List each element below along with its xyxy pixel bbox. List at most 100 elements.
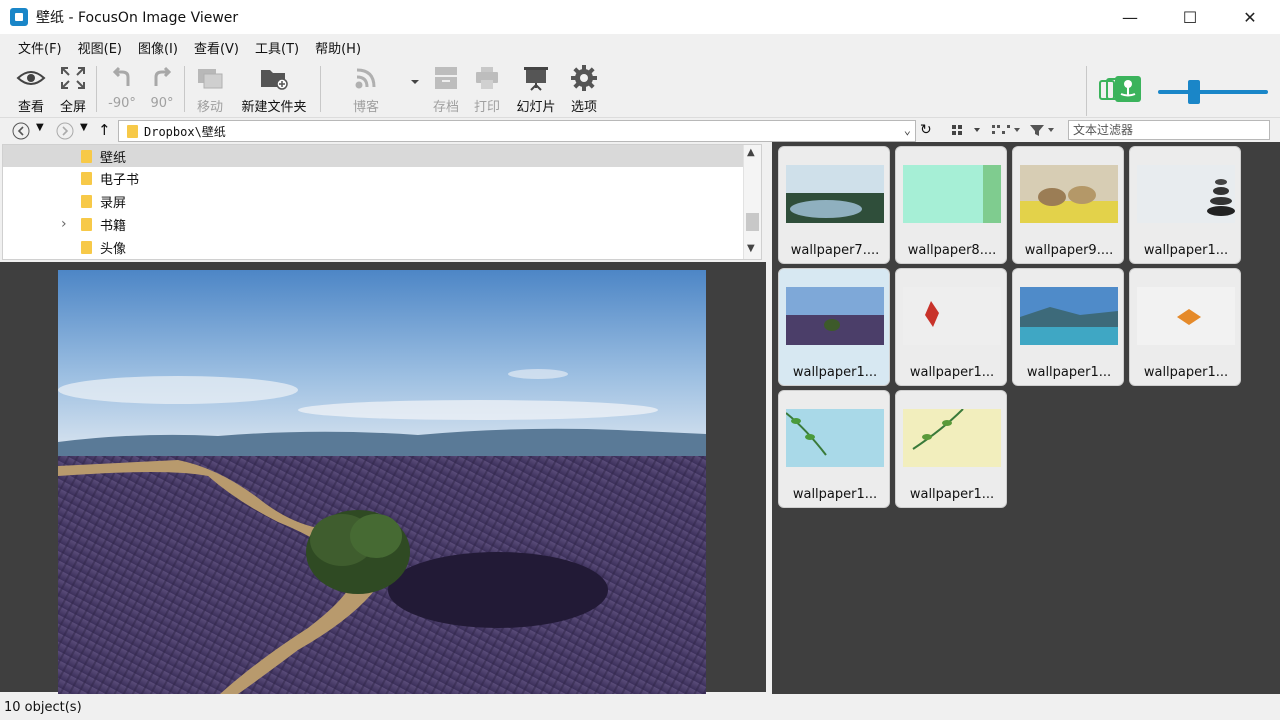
refresh-icon[interactable]: ↻ [920,122,932,138]
view-button[interactable]: 查看 [14,64,48,116]
sort-icon [992,125,1020,134]
menu-browse[interactable]: 查看(V) [186,38,247,57]
thumbnail-image [903,287,1001,345]
folder-tree: 壁纸 电子书 录屏 › 书籍 头像 ▲ ▼ [2,144,762,260]
main-photo [58,270,706,694]
menu-file[interactable]: 文件(F) [10,38,70,57]
folder-icon [81,194,92,208]
thumbnail-image [1020,287,1118,345]
back-button[interactable] [12,122,30,144]
menu-image[interactable]: 图像(I) [130,38,186,57]
fullscreen-button[interactable]: 全屏 [56,64,90,116]
blog-button[interactable]: 博客 [346,64,386,116]
thumbnail-image [786,409,884,467]
folder-icon [81,217,92,231]
status-object-count: 10 object(s) [4,699,82,715]
menu-view[interactable]: 视图(E) [70,38,130,57]
tree-item-avatars[interactable]: 头像 [3,236,743,258]
thumbnail-item[interactable]: wallpaper1... [778,390,890,508]
scroll-down-icon[interactable]: ▼ [747,243,755,254]
archive-icon [432,64,460,92]
scroll-up-icon[interactable]: ▲ [747,147,755,158]
toolbar-separator [96,66,97,112]
thumbnail-image [786,165,884,223]
slideshow-button[interactable]: 幻灯片 [512,64,560,116]
new-folder-button[interactable]: 新建文件夹 [236,64,312,116]
back-history-dropdown[interactable]: ▼ [36,122,44,133]
expand-chevron-icon[interactable]: › [61,216,67,232]
move-button[interactable]: 移动 [192,64,228,116]
printer-icon [473,64,501,92]
filter-button[interactable] [1028,122,1060,142]
toolbar-separator [320,66,321,112]
toolbar-separator [1086,66,1087,116]
up-folder-button[interactable]: ↑ [98,121,111,139]
chevron-down-icon [410,64,420,92]
thumbnail-item[interactable]: wallpaper1... [895,268,1007,386]
tree-item-recordings[interactable]: 录屏 [3,190,743,212]
thumbnail-item[interactable]: wallpaper8.... [895,146,1007,264]
tree-scrollbar[interactable]: ▲ ▼ [743,145,761,259]
menu-bar: 文件(F) 视图(E) 图像(I) 查看(V) 工具(T) 帮助(H) [0,34,1280,60]
options-button[interactable]: 选项 [566,64,602,116]
view-mode-button[interactable] [950,122,982,142]
window-title: 壁纸 - FocusOn Image Viewer [36,10,239,26]
thumbnail-image [1137,165,1235,223]
zoom-slider-handle[interactable] [1188,80,1200,104]
folder-icon [127,124,138,138]
menu-tools[interactable]: 工具(T) [247,38,307,57]
forward-history-dropdown[interactable]: ▼ [80,122,88,133]
thumbnail-item[interactable]: wallpaper1... [778,268,890,386]
rotate-left-icon [110,64,134,92]
thumbnail-item[interactable]: wallpaper1... [895,390,1007,508]
rotate-right-button[interactable]: 90° [146,64,178,116]
back-arrow-icon [12,122,30,140]
thumbnail-mode-icon [1098,74,1146,108]
thumbnail-image [903,409,1001,467]
fullscreen-icon [60,64,86,92]
thumbnail-image [1020,165,1118,223]
thumbnail-item[interactable]: wallpaper1... [1012,268,1124,386]
toolbar-separator [184,66,185,112]
app-icon [10,8,28,26]
forward-button[interactable] [56,122,74,144]
text-filter-input[interactable] [1068,120,1270,140]
slideshow-icon [522,64,550,92]
thumbnail-item[interactable]: wallpaper1... [1129,146,1241,264]
tree-item-wallpaper[interactable]: 壁纸 [3,145,743,167]
close-button[interactable]: ✕ [1220,0,1280,34]
thumbnail-item[interactable]: wallpaper9.... [1012,146,1124,264]
thumbnail-item[interactable]: wallpaper7.... [778,146,890,264]
address-field[interactable]: Dropbox\壁纸 ⌄ [118,120,916,142]
blog-dropdown[interactable] [408,64,422,116]
tree-item-books[interactable]: › 书籍 [3,213,743,235]
chevron-down-icon[interactable]: ⌄ [904,123,911,137]
tree-item-ebooks[interactable]: 电子书 [3,167,743,189]
gear-icon [570,64,598,92]
menu-help[interactable]: 帮助(H) [307,38,369,57]
address-path: Dropbox\壁纸 [144,124,226,139]
thumbnail-item[interactable]: wallpaper1... [1129,268,1241,386]
image-viewer[interactable] [0,262,766,694]
rotate-left-button[interactable]: -90° [106,64,138,116]
status-bar: 10 object(s) [0,694,1280,720]
thumbnail-image [1137,287,1235,345]
slideshow-mode-toggle[interactable] [1098,74,1146,108]
thumbnail-image [903,165,1001,223]
minimize-button[interactable]: — [1100,0,1160,34]
rss-icon [353,64,379,92]
thumbnail-pane: wallpaper7.... wallpaper8.... wallpaper9… [772,142,1280,694]
sort-button[interactable] [990,122,1024,142]
folder-icon [81,240,92,254]
folder-icon [81,171,92,185]
scrollbar-thumb[interactable] [746,213,759,231]
filter-icon [1030,125,1054,136]
eye-icon [16,64,46,92]
new-folder-icon [259,64,289,92]
print-button[interactable]: 打印 [470,64,504,116]
zoom-slider-track[interactable] [1158,90,1268,94]
folder-icon [81,149,92,163]
forward-arrow-icon [56,122,74,140]
archive-button[interactable]: 存档 [428,64,464,116]
maximize-button[interactable]: ☐ [1160,0,1220,34]
